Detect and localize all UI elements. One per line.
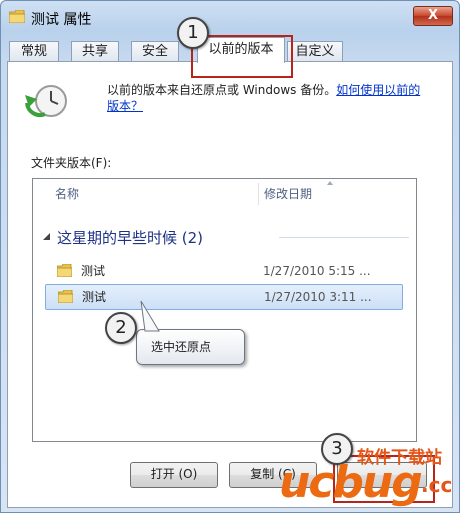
- watermark-site-name: 软件下载站: [357, 448, 442, 468]
- info-text: 以前的版本来自还原点或 Windows 备份。: [107, 83, 337, 97]
- group-divider: [279, 237, 409, 238]
- folder-icon: [58, 290, 73, 303]
- step1-marker: 1: [177, 17, 209, 49]
- column-separator[interactable]: [258, 183, 259, 205]
- version-row[interactable]: 测试 1/27/2010 5:15 ...: [45, 259, 401, 283]
- version-name: 测试: [81, 264, 106, 278]
- close-button[interactable]: X: [413, 6, 453, 26]
- tab-customize[interactable]: 自定义: [287, 41, 343, 62]
- group-title[interactable]: 这星期的早些时候 (2): [57, 227, 203, 248]
- column-header-name[interactable]: 名称: [55, 179, 79, 209]
- version-date: 1/27/2010 5:15 ...: [263, 264, 371, 278]
- watermark-domain: .cc: [421, 473, 453, 497]
- folder-icon: [57, 264, 72, 277]
- collapse-triangle-icon[interactable]: [43, 233, 51, 241]
- versions-list[interactable]: 名称 修改日期 这星期的早些时候 (2) 测试 1/27/2010 5:15 .…: [32, 178, 417, 442]
- site-watermark: ucbug .cc 软件下载站: [279, 443, 459, 509]
- folder-icon: [9, 10, 25, 23]
- title-bar: 测试 属性 X: [1, 1, 459, 37]
- version-name: 测试: [82, 290, 107, 304]
- version-row-selected[interactable]: 测试 1/27/2010 3:11 ...: [45, 284, 403, 310]
- step2-marker: 2: [105, 312, 137, 344]
- column-header-date[interactable]: 修改日期: [264, 179, 312, 209]
- open-button[interactable]: 打开 (O): [130, 462, 218, 488]
- properties-dialog: 测试 属性 X 常规 共享 安全 以前的版本 自定义 1 以前的版本来自还原点或…: [0, 0, 460, 513]
- tab-sharing[interactable]: 共享: [71, 41, 119, 62]
- tab-general[interactable]: 常规: [9, 41, 59, 62]
- version-date: 1/27/2010 3:11 ...: [264, 290, 372, 304]
- restore-clock-icon: [25, 85, 67, 118]
- window-title: 测试 属性: [31, 12, 92, 28]
- folder-versions-label: 文件夹版本(F):: [31, 156, 112, 170]
- sort-arrow-icon: [327, 181, 333, 185]
- tab-security[interactable]: 安全: [131, 41, 179, 62]
- info-message: 以前的版本来自还原点或 Windows 备份。如何使用以前的版本？: [107, 82, 427, 114]
